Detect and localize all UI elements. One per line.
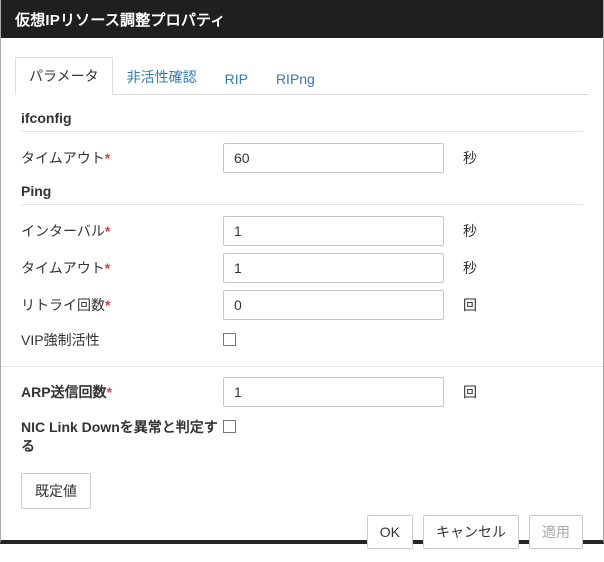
form-row-nic-link-down: NIC Link Downを異常と判定する — [21, 417, 583, 456]
tab-parameters[interactable]: パラメータ — [15, 57, 113, 95]
section-heading-ifconfig: ifconfig — [21, 110, 583, 132]
form-row-vip-forced-activation: VIP強制活性 — [21, 330, 583, 354]
ifconfig-timeout-unit: 秒 — [463, 148, 477, 168]
ping-timeout-label: タイムアウト* — [21, 259, 223, 278]
form-row-ping-interval: インターバル* 秒 — [21, 216, 583, 246]
required-asterisk: * — [107, 384, 112, 400]
form-row-ping-retry-count: リトライ回数* 回 — [21, 290, 583, 320]
tab-ripng[interactable]: RIPng — [262, 62, 329, 95]
ping-retry-count-input[interactable] — [223, 290, 444, 320]
nic-link-down-checkbox[interactable] — [223, 420, 236, 433]
tab-rip[interactable]: RIP — [211, 62, 262, 95]
dialog-title: 仮想IPリソース調整プロパティ — [15, 9, 226, 30]
label-text: タイムアウト — [21, 150, 105, 166]
required-asterisk: * — [105, 260, 110, 276]
label-text: リトライ回数 — [21, 297, 105, 313]
vip-forced-activation-checkbox[interactable] — [223, 333, 236, 346]
section-heading-ping: Ping — [21, 183, 583, 205]
required-asterisk: * — [105, 223, 110, 239]
vip-forced-activation-label: VIP強制活性 — [21, 330, 223, 350]
nic-link-down-label: NIC Link Downを異常と判定する — [21, 417, 223, 456]
ping-interval-unit: 秒 — [463, 221, 477, 241]
tab-panel-parameters: ifconfig タイムアウト* 秒 Ping インターバル* 秒 タイムアウト… — [1, 95, 603, 509]
ping-interval-input[interactable] — [223, 216, 444, 246]
ping-interval-label: インターバル* — [21, 222, 223, 241]
properties-dialog: 仮想IPリソース調整プロパティ パラメータ 非活性確認 RIP RIPng if… — [0, 0, 604, 544]
dialog-footer: OK キャンセル 適用 — [1, 509, 603, 562]
required-asterisk: * — [105, 150, 110, 166]
dialog-titlebar: 仮想IPリソース調整プロパティ — [1, 0, 603, 38]
required-asterisk: * — [105, 297, 110, 313]
label-text: ARP送信回数 — [21, 384, 107, 400]
form-row-ifconfig-timeout: タイムアウト* 秒 — [21, 143, 583, 173]
tab-bar: パラメータ 非活性確認 RIP RIPng — [15, 57, 589, 95]
form-row-ping-timeout: タイムアウト* 秒 — [21, 253, 583, 283]
arp-send-count-label: ARP送信回数* — [21, 383, 223, 402]
ping-timeout-unit: 秒 — [463, 258, 477, 278]
ifconfig-timeout-input[interactable] — [223, 143, 444, 173]
arp-send-count-input[interactable] — [223, 377, 444, 407]
ifconfig-timeout-label: タイムアウト* — [21, 149, 223, 168]
label-text: タイムアウト — [21, 260, 105, 276]
section-divider — [1, 366, 603, 367]
ping-retry-count-unit: 回 — [463, 295, 477, 315]
ping-retry-count-label: リトライ回数* — [21, 296, 223, 315]
default-values-button[interactable]: 既定値 — [21, 473, 91, 509]
form-row-arp-send-count: ARP送信回数* 回 — [21, 377, 583, 407]
ping-timeout-input[interactable] — [223, 253, 444, 283]
arp-send-count-unit: 回 — [463, 382, 477, 402]
tab-deactivation-check[interactable]: 非活性確認 — [113, 58, 211, 95]
label-text: インターバル — [21, 223, 105, 239]
